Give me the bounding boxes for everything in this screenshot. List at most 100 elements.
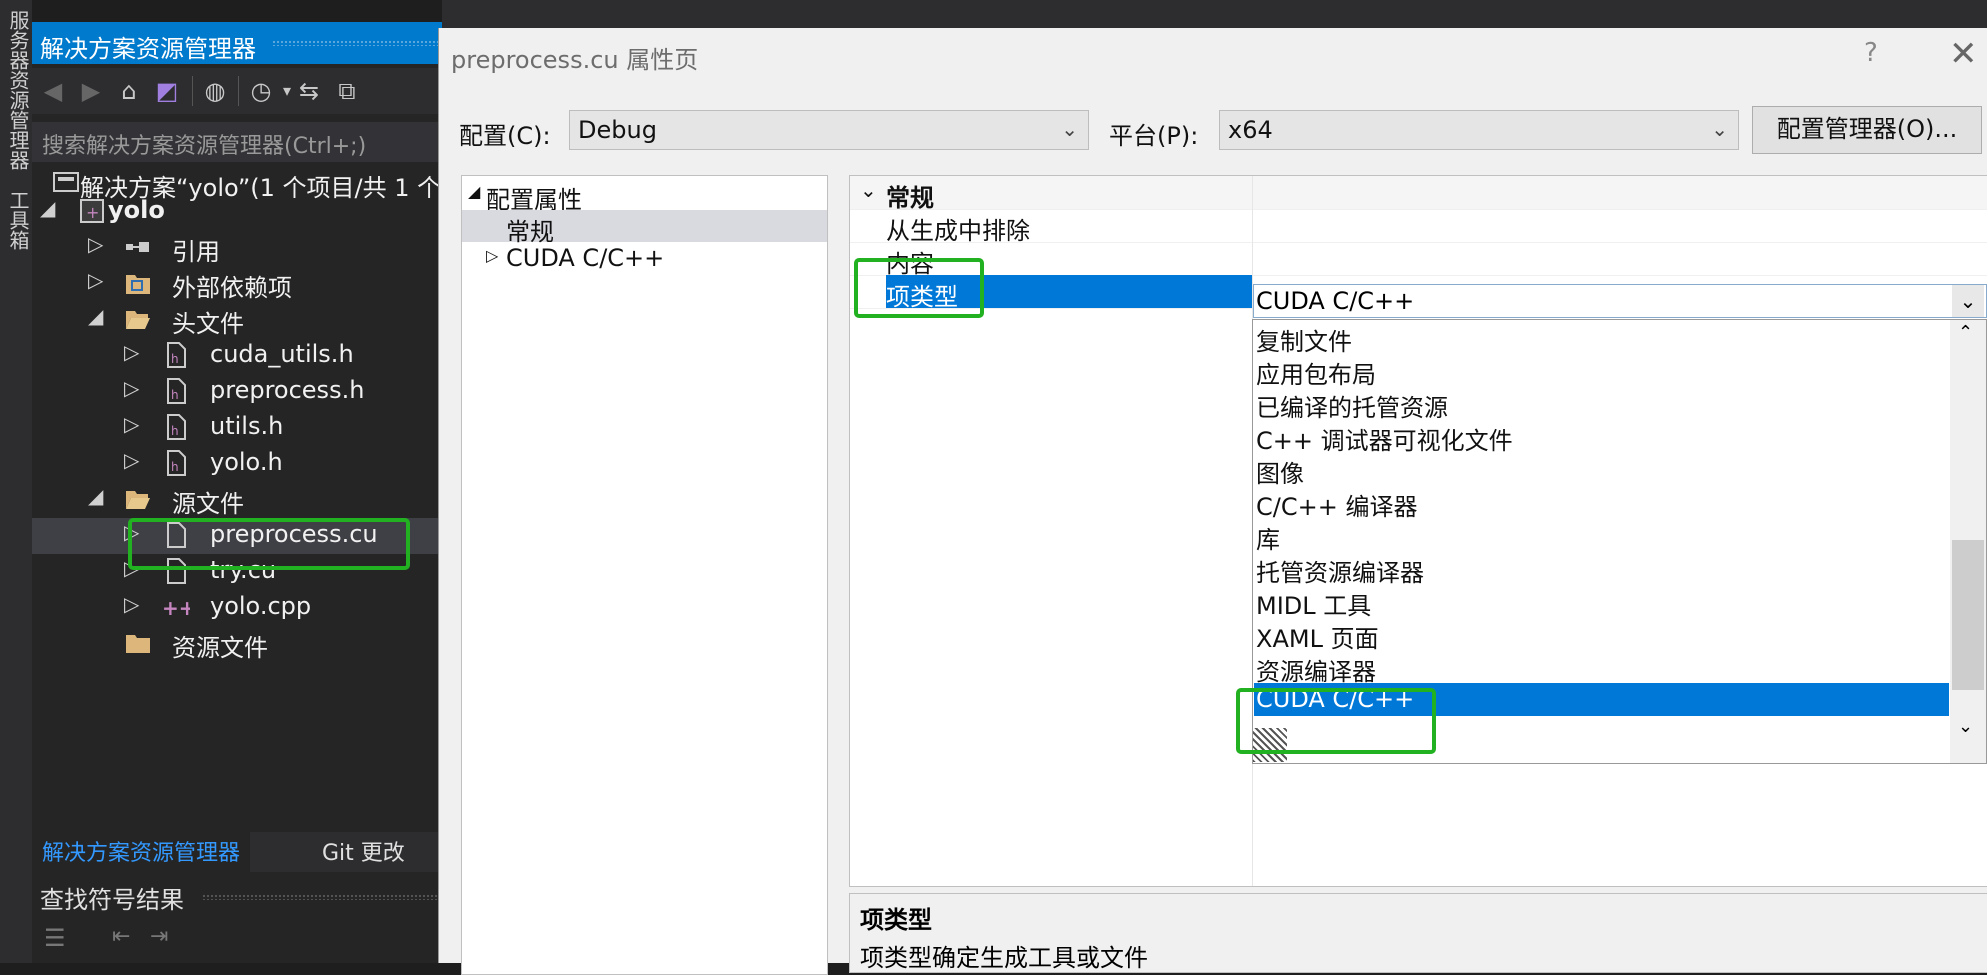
dropdown-option[interactable]: 图像: [1254, 452, 1949, 488]
forward-icon[interactable]: ▶: [76, 76, 106, 106]
folder-open-icon: [124, 485, 152, 513]
scroll-down-icon[interactable]: ⌄: [1958, 716, 1973, 737]
folder-icon: [124, 629, 152, 657]
drag-grip[interactable]: [272, 40, 442, 46]
description-title: 项类型: [860, 906, 932, 934]
sync-icon[interactable]: ⇆: [294, 76, 324, 106]
tree-item-label: cuda_utils.h: [210, 340, 354, 368]
help-icon[interactable]: ?: [1864, 38, 1878, 68]
description-text: 项类型确定生成工具或文件: [860, 944, 1148, 972]
expanded-arrow-icon[interactable]: ◢: [40, 196, 55, 220]
collapse-all-icon[interactable]: ⧉: [332, 76, 362, 106]
item-type-value: CUDA C/C++: [1256, 287, 1415, 315]
expanded-arrow-icon[interactable]: ◢: [468, 182, 480, 201]
chevron-down-icon: ⌄: [1061, 117, 1078, 141]
property-tree: ◢ 配置属性 常规 ▷ CUDA C/C++: [461, 175, 828, 975]
chevron-down-icon[interactable]: ⌄: [860, 178, 877, 202]
option-label: C/C++ 编译器: [1256, 493, 1418, 521]
tree-item[interactable]: 资源文件: [32, 626, 442, 662]
chevron-down-icon[interactable]: ⌄: [1952, 285, 1984, 317]
dropdown-option[interactable]: 托管资源编译器: [1254, 551, 1949, 587]
tree-item[interactable]: ▷ 外部依赖项: [32, 266, 442, 302]
ide-top-area: [442, 0, 1987, 28]
search-placeholder: 搜索解决方案资源管理器(Ctrl+;): [42, 134, 367, 159]
tree-item[interactable]: ◢ 源文件: [32, 482, 442, 518]
toolbox-tab[interactable]: 工具箱: [4, 190, 33, 250]
collapsed-arrow-icon[interactable]: ▷: [124, 340, 139, 364]
tree-item[interactable]: ▷ h utils.h: [32, 410, 442, 446]
tree-item[interactable]: ▷ ++ yolo.cpp: [32, 590, 442, 626]
show-all-files-icon[interactable]: ◍: [200, 76, 230, 106]
dropdown-option[interactable]: 库: [1254, 518, 1949, 554]
property-name: 从生成中排除: [886, 217, 1030, 245]
dropdown-option[interactable]: C++ 调试器可视化文件: [1254, 419, 1949, 455]
scrollbar-thumb[interactable]: [1952, 540, 1984, 690]
tree-item-label: 源文件: [172, 490, 244, 518]
tree-item-cuda[interactable]: ▷ CUDA C/C++: [462, 242, 827, 274]
solution-explorer-panel: 解决方案资源管理器 ◀ ▶ ⌂ ◩ ◍ ◷ ▾ ⇆ ⧉ 搜索解决方案资源管理器(…: [32, 22, 451, 963]
dropdown-option[interactable]: 已编译的托管资源: [1254, 386, 1949, 422]
scroll-up-icon[interactable]: ⌃: [1958, 322, 1973, 343]
drag-grip[interactable]: [202, 894, 442, 900]
tree-item-config-properties[interactable]: ◢ 配置属性: [462, 178, 827, 214]
tree-item[interactable]: ▷ h yolo.h: [32, 446, 442, 482]
platform-select[interactable]: x64 ⌄: [1219, 110, 1739, 150]
item-type-select[interactable]: CUDA C/C++ ⌄: [1253, 284, 1987, 318]
folder-open-icon: [124, 305, 152, 333]
config-manager-button[interactable]: 配置管理器(O)...: [1752, 106, 1982, 154]
header-file-icon: h: [162, 413, 190, 441]
option-label: C++ 调试器可视化文件: [1256, 427, 1513, 455]
expanded-arrow-icon[interactable]: ◢: [88, 484, 103, 508]
dropdown-option[interactable]: 资源编译器: [1254, 650, 1949, 686]
property-pages-dialog: preprocess.cu 属性页 ? ✕ 配置(C): Debug ⌄ 平台(…: [438, 28, 1987, 975]
collapsed-arrow-icon[interactable]: ▷: [88, 268, 103, 292]
solution-explorer-search[interactable]: 搜索解决方案资源管理器(Ctrl+;): [32, 122, 442, 162]
server-explorer-tab[interactable]: 服务器资源管理器: [4, 10, 33, 170]
grid-row-content[interactable]: 内容: [850, 242, 1987, 278]
home-icon[interactable]: ⌂: [114, 76, 144, 106]
tab-git-changes[interactable]: Git 更改: [322, 832, 405, 876]
svg-text:h: h: [171, 460, 179, 474]
dropdown-option[interactable]: C/C++ 编译器: [1254, 485, 1949, 521]
close-icon[interactable]: ✕: [1949, 34, 1978, 74]
dropdown-scrollbar[interactable]: ⌃ ⌄: [1950, 320, 1986, 763]
tree-item[interactable]: ▷ h preprocess.h: [32, 374, 442, 410]
previous-result-icon[interactable]: ⇤: [112, 924, 130, 949]
dropdown-option[interactable]: XAML 页面: [1254, 617, 1949, 653]
expanded-arrow-icon[interactable]: ◢: [88, 304, 103, 328]
tree-item-general[interactable]: 常规: [462, 210, 827, 246]
option-label: 应用包布局: [1256, 361, 1376, 389]
tree-item[interactable]: ◢ 头文件: [32, 302, 442, 338]
clear-list-icon[interactable]: ☰: [44, 924, 66, 952]
next-result-icon[interactable]: ⇥: [150, 924, 168, 949]
collapsed-arrow-icon[interactable]: ▷: [88, 232, 103, 256]
dropdown-option[interactable]: MIDL 工具: [1254, 584, 1949, 620]
svg-text:++: ++: [162, 596, 190, 620]
project-icon: +: [78, 197, 106, 225]
switch-views-icon[interactable]: ◩: [152, 76, 182, 106]
tab-solution-explorer[interactable]: 解决方案资源管理器: [32, 832, 251, 876]
option-label: MIDL 工具: [1256, 592, 1372, 620]
grid-section-general[interactable]: ⌄ 常规: [850, 176, 1987, 212]
config-value: Debug: [578, 116, 657, 144]
header-file-icon: h: [162, 341, 190, 369]
collapsed-arrow-icon[interactable]: ▷: [124, 376, 139, 400]
collapsed-arrow-icon[interactable]: ▷: [486, 246, 498, 265]
tree-item-label: yolo.h: [210, 448, 283, 476]
project-node[interactable]: ◢ + yolo: [32, 194, 442, 230]
dropdown-option[interactable]: 复制文件: [1254, 320, 1949, 356]
tree-item[interactable]: ▷ h cuda_utils.h: [32, 338, 442, 374]
grid-row-exclude[interactable]: 从生成中排除: [850, 209, 1987, 245]
back-icon[interactable]: ◀: [38, 76, 68, 106]
svg-text:h: h: [171, 424, 179, 438]
config-select[interactable]: Debug ⌄: [569, 110, 1089, 150]
platform-label: 平台(P):: [1109, 122, 1199, 150]
option-label: 托管资源编译器: [1256, 559, 1424, 587]
tree-item[interactable]: ▷ 引用: [32, 230, 442, 266]
dropdown-option[interactable]: 应用包布局: [1254, 353, 1949, 389]
collapsed-arrow-icon[interactable]: ▷: [124, 412, 139, 436]
collapsed-arrow-icon[interactable]: ▷: [124, 592, 139, 616]
collapsed-arrow-icon[interactable]: ▷: [124, 448, 139, 472]
svg-text:h: h: [171, 352, 179, 366]
find-symbol-results-title: 查找符号结果: [40, 886, 184, 914]
